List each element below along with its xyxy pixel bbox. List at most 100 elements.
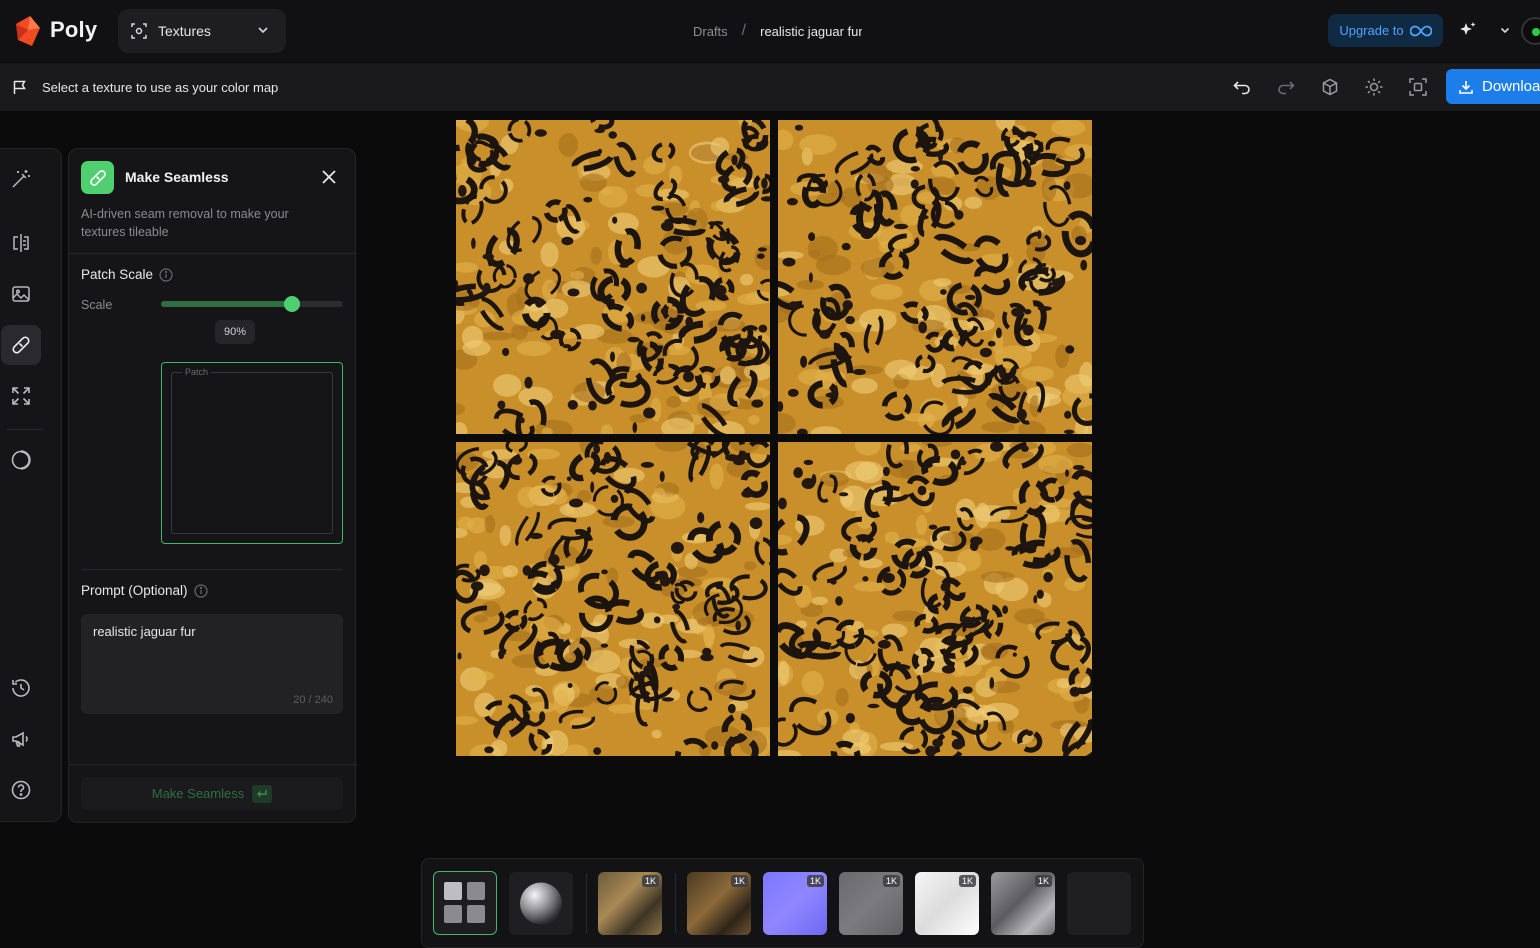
download-icon bbox=[1459, 80, 1473, 94]
patch-label: Patch bbox=[182, 367, 212, 377]
map-thumb-roughness-map[interactable]: 1K bbox=[839, 872, 903, 935]
bandage-icon bbox=[89, 169, 106, 186]
redo-icon[interactable] bbox=[1276, 77, 1296, 97]
close-icon[interactable] bbox=[319, 167, 339, 187]
resolution-badge: 1K bbox=[1034, 875, 1052, 887]
mode-select[interactable]: Textures bbox=[118, 9, 286, 53]
split-view-icon bbox=[13, 234, 29, 252]
avatar[interactable] bbox=[1521, 17, 1540, 45]
breadcrumb-separator: / bbox=[741, 22, 747, 39]
upgrade-button[interactable]: Upgrade to bbox=[1328, 14, 1443, 47]
download-button[interactable]: Download bbox=[1446, 69, 1540, 104]
prompt-textarea[interactable]: realistic jaguar fur 20 / 240 bbox=[81, 614, 343, 714]
history-icon bbox=[12, 679, 30, 697]
download-label: Download bbox=[1482, 78, 1540, 95]
panel-description: AI-driven seam removal to make your text… bbox=[81, 207, 289, 239]
map-thumb-normal-map[interactable]: 1K bbox=[763, 872, 827, 935]
editor-toolbar: Select a texture to use as your color ma… bbox=[0, 63, 1540, 111]
sphere-preview-button[interactable] bbox=[509, 872, 573, 935]
resolution-badge: 1K bbox=[641, 875, 659, 887]
info-icon[interactable] bbox=[193, 583, 208, 598]
brand-name: Poly bbox=[50, 17, 98, 42]
empty-map-slot[interactable] bbox=[1067, 872, 1131, 935]
map-thumb-height-map[interactable]: 1K bbox=[687, 872, 751, 935]
map-thumb-ao-map[interactable]: 1K bbox=[915, 872, 979, 935]
image-upload-icon bbox=[12, 286, 30, 302]
resolution-badge: 1K bbox=[806, 875, 824, 887]
panel-divider bbox=[69, 253, 357, 254]
poly-logo-icon[interactable] bbox=[12, 14, 44, 48]
upgrade-label: Upgrade to bbox=[1339, 23, 1404, 38]
prompt-heading: Prompt (Optional) bbox=[81, 583, 208, 598]
map-thumb-color-map[interactable]: 1K bbox=[598, 872, 662, 935]
slider-fill bbox=[161, 301, 293, 307]
texture-tile[interactable] bbox=[778, 442, 1092, 756]
jaguar-fur-texture bbox=[456, 442, 770, 756]
jaguar-fur-texture bbox=[456, 120, 770, 434]
bandage-icon bbox=[12, 336, 30, 354]
scale-slider[interactable] bbox=[161, 296, 343, 312]
rail-announcements-button[interactable] bbox=[1, 719, 41, 759]
rail-upscale-button[interactable] bbox=[1, 376, 41, 416]
rail-generate-button[interactable] bbox=[1, 159, 41, 199]
texture-tile[interactable] bbox=[778, 120, 1092, 434]
grid-icon bbox=[444, 882, 485, 923]
circle-half-icon bbox=[11, 450, 31, 470]
enter-key-icon bbox=[252, 784, 273, 803]
patch-scale-label: Patch Scale bbox=[81, 267, 154, 282]
make-seamless-label: Make Seamless bbox=[151, 786, 245, 801]
slider-value-tooltip: 90% bbox=[215, 320, 255, 344]
slider-thumb[interactable] bbox=[284, 296, 301, 312]
patch-selector[interactable]: Patch bbox=[161, 362, 343, 544]
map-thumb-metallic-map[interactable]: 1K bbox=[991, 872, 1055, 935]
grid-view-button[interactable] bbox=[433, 871, 497, 935]
mode-label: Textures bbox=[158, 23, 211, 39]
map-strip: 1K 1K 1K 1K 1K 1K bbox=[421, 858, 1144, 948]
infinity-icon bbox=[1409, 25, 1432, 36]
sparkle-icon[interactable] bbox=[1458, 20, 1478, 40]
breadcrumb-drafts[interactable]: Drafts bbox=[693, 24, 728, 39]
strip-divider bbox=[586, 873, 587, 933]
magic-wand-icon bbox=[12, 170, 30, 188]
textures-icon bbox=[131, 23, 147, 39]
panel-icon bbox=[81, 161, 114, 194]
jaguar-fur-texture bbox=[778, 120, 1092, 434]
help-icon bbox=[11, 780, 31, 800]
rail-image-button[interactable] bbox=[1, 274, 41, 314]
make-seamless-button[interactable]: Make Seamless bbox=[81, 777, 343, 810]
patch-scale-heading: Patch Scale bbox=[81, 267, 173, 282]
expand-icon bbox=[12, 387, 30, 405]
rail-compare-button[interactable] bbox=[1, 223, 41, 263]
prompt-value: realistic jaguar fur bbox=[93, 624, 196, 639]
instruction-text: Select a texture to use as your color ma… bbox=[42, 80, 279, 95]
undo-icon[interactable] bbox=[1232, 77, 1252, 97]
texture-tile[interactable] bbox=[456, 120, 770, 434]
breadcrumb: Drafts / realistic jaguar fur bbox=[693, 22, 862, 40]
scale-label: Scale bbox=[81, 298, 113, 312]
patch-preview: Patch bbox=[171, 367, 333, 534]
rail-material-button[interactable] bbox=[1, 440, 41, 480]
frame-icon[interactable] bbox=[1408, 77, 1428, 97]
top-bar: Poly Textures Drafts / realistic jaguar … bbox=[0, 0, 1540, 62]
chevron-down-icon bbox=[258, 27, 268, 34]
lighting-icon[interactable] bbox=[1364, 77, 1384, 97]
rail-seamless-button[interactable] bbox=[1, 325, 41, 365]
breadcrumb-current[interactable]: realistic jaguar fur bbox=[760, 24, 862, 39]
rail-help-button[interactable] bbox=[1, 770, 41, 810]
cube-icon[interactable] bbox=[1320, 77, 1340, 97]
rail-divider bbox=[7, 429, 43, 430]
make-seamless-panel: Make Seamless AI-driven seam removal to … bbox=[68, 148, 357, 823]
strip-divider bbox=[675, 873, 676, 933]
rail-history-button[interactable] bbox=[1, 668, 41, 708]
account-chevron-icon[interactable] bbox=[1499, 24, 1511, 36]
info-icon[interactable] bbox=[159, 267, 173, 282]
jaguar-fur-texture bbox=[778, 442, 1092, 756]
sphere-icon bbox=[520, 882, 562, 925]
prompt-label: Prompt (Optional) bbox=[81, 583, 188, 598]
resolution-badge: 1K bbox=[730, 875, 748, 887]
flag-icon bbox=[13, 80, 26, 94]
panel-divider bbox=[69, 764, 357, 765]
panel-title: Make Seamless bbox=[125, 169, 229, 185]
resolution-badge: 1K bbox=[882, 875, 900, 887]
texture-tile[interactable] bbox=[456, 442, 770, 756]
